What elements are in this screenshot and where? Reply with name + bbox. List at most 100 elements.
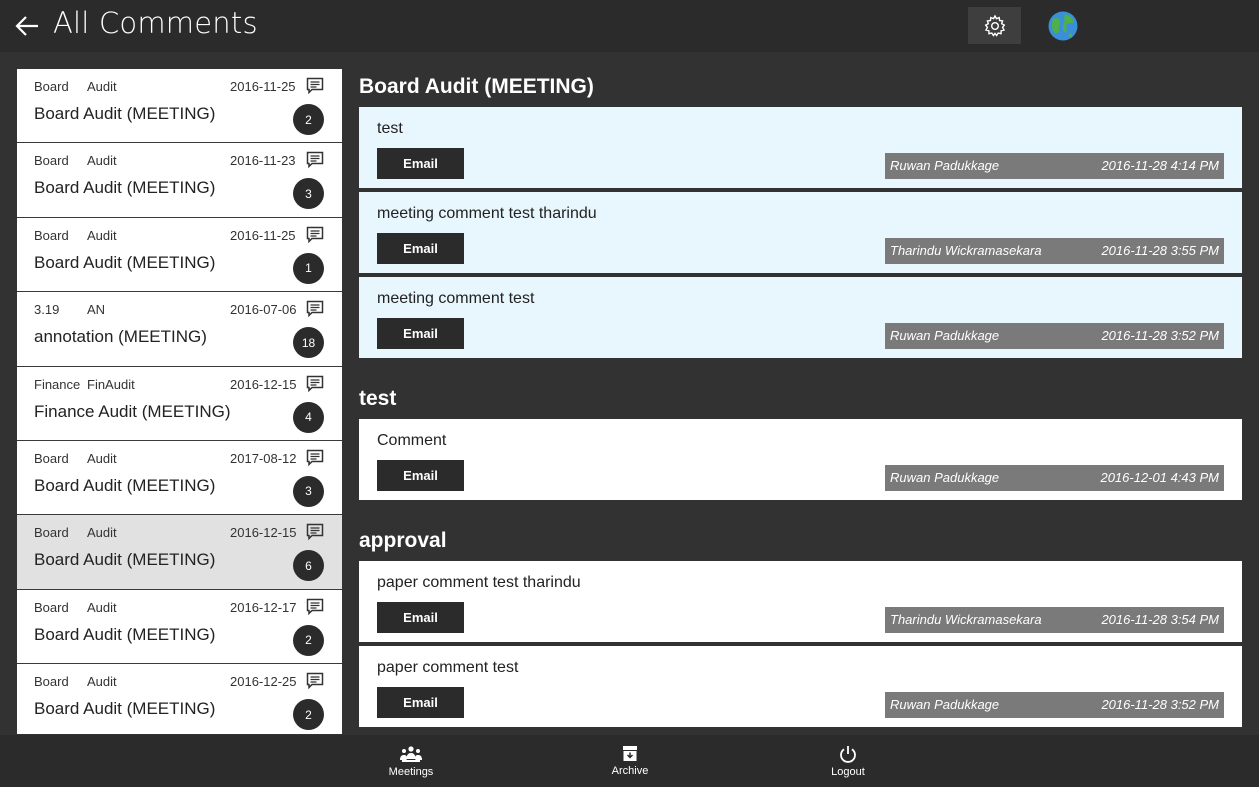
comment-date: 2016-11-28 4:14 PM — [1101, 158, 1219, 173]
list-item-subcategory: Audit — [87, 153, 117, 169]
list-item-category: Board — [34, 450, 69, 466]
list-item-subcategory: AN — [87, 302, 106, 318]
email-button[interactable]: Email — [377, 148, 464, 179]
list-item-title: Board Audit (MEETING) — [34, 252, 216, 272]
list-item[interactable]: Board Audit 2016-11-23 Board Audit (MEETING… — [17, 143, 342, 218]
comment-card: meeting comment test tharindu Email Tharin… — [359, 192, 1242, 273]
comment-text: paper comment test — [377, 659, 519, 676]
list-item-category: 3.19 — [34, 302, 60, 318]
email-button[interactable]: Email — [377, 318, 464, 349]
comment-count-badge: 2 — [293, 699, 324, 731]
list-item-date: 2016-11-25 — [230, 79, 296, 94]
list-item[interactable]: Board Audit 2016-11-25 Board Audit (MEETING… — [17, 217, 342, 293]
email-button[interactable]: Email — [377, 602, 464, 633]
comment-icon — [306, 524, 324, 541]
group-title: Board Audit (MEETING) — [359, 75, 594, 98]
list-item-category: Finance — [34, 376, 81, 392]
email-button[interactable]: Email — [377, 233, 464, 264]
list-item[interactable]: Board Audit 2016-12-15 Board Audit (MEETING… — [17, 515, 342, 590]
comment-meta: Tharindu Wickramasekara 2016-11-28 3:54 P… — [885, 607, 1224, 633]
list-item-title: Board Audit (MEETING) — [34, 178, 216, 198]
comment-card: paper comment test Email Ruwan Padukkage 20… — [359, 646, 1242, 727]
comment-count-badge: 2 — [293, 104, 324, 135]
people-icon — [400, 745, 422, 762]
back-arrow-icon — [15, 16, 38, 36]
list-item-date: 2016-12-15 — [230, 376, 297, 392]
comment-author: Tharindu Wickramasekara — [890, 243, 1042, 258]
group-title: test — [359, 387, 397, 410]
comment-card: paper comment test tharindu Email Tharindu… — [359, 561, 1242, 642]
comment-text: meeting comment test tharindu — [377, 205, 597, 222]
list-item[interactable]: Board Audit 2016-11-25 Board Audit (MEETING… — [17, 69, 342, 144]
comment-icon — [306, 226, 324, 244]
list-item-category: Board — [34, 525, 69, 541]
list-item-category: Board — [34, 153, 69, 169]
list-item-subcategory: Audit — [87, 525, 117, 541]
list-item-category: Board — [34, 674, 69, 690]
comment-date: 2016-11-28 3:52 PM — [1101, 697, 1219, 712]
comment-meta: Tharindu Wickramasekara 2016-11-28 3:55 P… — [885, 238, 1224, 264]
list-item[interactable]: Board Audit 2016-12-25 Board Audit (MEETING… — [17, 664, 342, 734]
archive-label: Archive — [611, 765, 649, 777]
comment-date: 2016-11-28 3:52 PM — [1101, 328, 1219, 343]
comment-icon — [306, 672, 324, 690]
comment-author: Tharindu Wickramasekara — [890, 612, 1042, 627]
email-button[interactable]: Email — [377, 687, 464, 718]
comment-count-badge: 1 — [293, 252, 324, 284]
list-item-date: 2016-12-25 — [230, 674, 297, 690]
comment-card: Comment Email Ruwan Padukkage 2016-12-01 4:… — [359, 419, 1242, 500]
comment-author: Ruwan Padukkage — [890, 328, 1000, 343]
comment-author: Ruwan Padukkage — [890, 470, 1000, 485]
comment-count-badge: 3 — [293, 475, 324, 507]
list-item[interactable]: Board Audit 2016-12-17 Board Audit (MEETING… — [17, 589, 342, 665]
list-item-date: 2016-11-25 — [230, 227, 296, 243]
settings-button[interactable] — [968, 7, 1021, 44]
list-item[interactable]: Finance FinAudit 2016-12-15 Finance Audit (… — [17, 366, 342, 441]
meeting-list[interactable]: Board Audit 2016-11-25 Board Audit (MEETING… — [17, 69, 342, 734]
archive-icon — [623, 746, 637, 761]
list-item-title: annotation (MEETING) — [34, 327, 207, 347]
list-item-subcategory: Audit — [87, 79, 117, 94]
comments-panel: Board Audit (MEETING) test Email Ruwan Padu… — [359, 70, 1242, 734]
back-button[interactable] — [12, 10, 42, 42]
power-icon — [840, 745, 856, 763]
comment-count-badge: 3 — [293, 178, 324, 210]
globe-icon — [1048, 11, 1078, 41]
comment-text: Comment — [377, 432, 447, 449]
list-item-category: Board — [34, 79, 69, 94]
list-item-date: 2016-12-15 — [230, 525, 297, 541]
language-button[interactable] — [1046, 9, 1080, 43]
comment-meta: Ruwan Padukkage 2016-11-28 4:14 PM — [885, 153, 1224, 179]
list-item-subcategory: Audit — [87, 450, 117, 466]
header-bar: All Comments — [0, 0, 1259, 52]
comment-meta: Ruwan Padukkage 2016-12-01 4:43 PM — [885, 465, 1224, 491]
gear-icon — [984, 14, 1005, 37]
list-item[interactable]: 3.19 AN 2016-07-06 annotation (MEETING) 18 — [17, 292, 342, 367]
comment-date: 2016-12-01 4:43 PM — [1100, 470, 1219, 485]
comment-icon — [306, 449, 324, 467]
list-item-date: 2016-11-23 — [230, 153, 296, 169]
comment-text: test — [377, 120, 403, 137]
list-item-title: Board Audit (MEETING) — [34, 550, 216, 570]
comment-meta: Ruwan Padukkage 2016-11-28 3:52 PM — [885, 692, 1224, 718]
meetings-button[interactable]: Meetings — [371, 735, 451, 787]
comment-icon — [306, 152, 324, 169]
email-button[interactable]: Email — [377, 460, 464, 491]
comment-icon — [306, 598, 324, 616]
list-item-category: Board — [34, 227, 69, 243]
list-item-subcategory: Audit — [87, 227, 117, 243]
comment-icon — [306, 375, 324, 392]
comment-author: Ruwan Padukkage — [890, 158, 1000, 173]
comment-icon — [306, 300, 324, 318]
logout-button[interactable]: Logout — [808, 735, 888, 787]
comment-author: Ruwan Padukkage — [890, 697, 1000, 712]
list-item-date: 2016-12-17 — [230, 599, 297, 615]
list-item-date: 2017-08-12 — [230, 450, 297, 466]
comment-date: 2016-11-28 3:55 PM — [1101, 243, 1219, 258]
archive-button[interactable]: Archive — [590, 735, 670, 787]
list-item-title: Board Audit (MEETING) — [34, 699, 216, 719]
list-item[interactable]: Board Audit 2017-08-12 Board Audit (MEETING… — [17, 440, 342, 516]
